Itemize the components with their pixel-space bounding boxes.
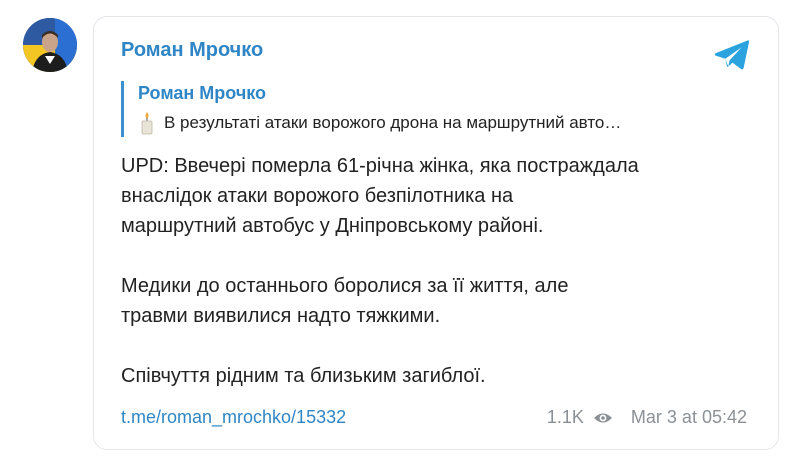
reply-author: Роман Мрочко (138, 83, 267, 103)
reply-snippet: В результаті атаки ворожого дрона на мар… (164, 113, 622, 132)
telegram-post-card: Роман Мрочко Роман Мрочко В результаті а… (93, 16, 779, 450)
post-line: Співчуття рідним та близьким загиблої. (121, 365, 486, 387)
reply-snippet-row: В результаті атаки ворожого дрона на мар… (138, 111, 621, 135)
post-meta: 1.1K Mar 3 at 05:42 (547, 407, 747, 428)
eye-icon (593, 413, 612, 422)
channel-avatar[interactable] (23, 18, 77, 72)
post-link[interactable]: t.me/roman_mrochko/15332 (121, 407, 346, 428)
post-line: внаслідок атаки ворожого безпілотника на (121, 185, 514, 207)
post-line: Медики до останнього боролися за її житт… (121, 275, 569, 297)
post-date[interactable]: Mar 3 at 05:42 (631, 407, 747, 428)
channel-name[interactable]: Роман Мрочко (121, 39, 263, 62)
post-line: травми виявилися надто тяжкими. (121, 305, 441, 327)
post-line: UPD: Ввечері померла 61-річна жінка, яка… (121, 155, 639, 177)
avatar-image (23, 18, 77, 72)
reply-preview[interactable]: Роман Мрочко В результаті атаки ворожого… (121, 81, 751, 137)
candle-icon (141, 112, 153, 135)
view-count: 1.1K (546, 407, 584, 427)
post-body: UPD: Ввечері померла 61-річна жінка, яка… (121, 151, 761, 391)
telegram-icon[interactable] (714, 39, 750, 71)
post-line: маршрутний автобус у Дніпровському район… (121, 215, 544, 237)
